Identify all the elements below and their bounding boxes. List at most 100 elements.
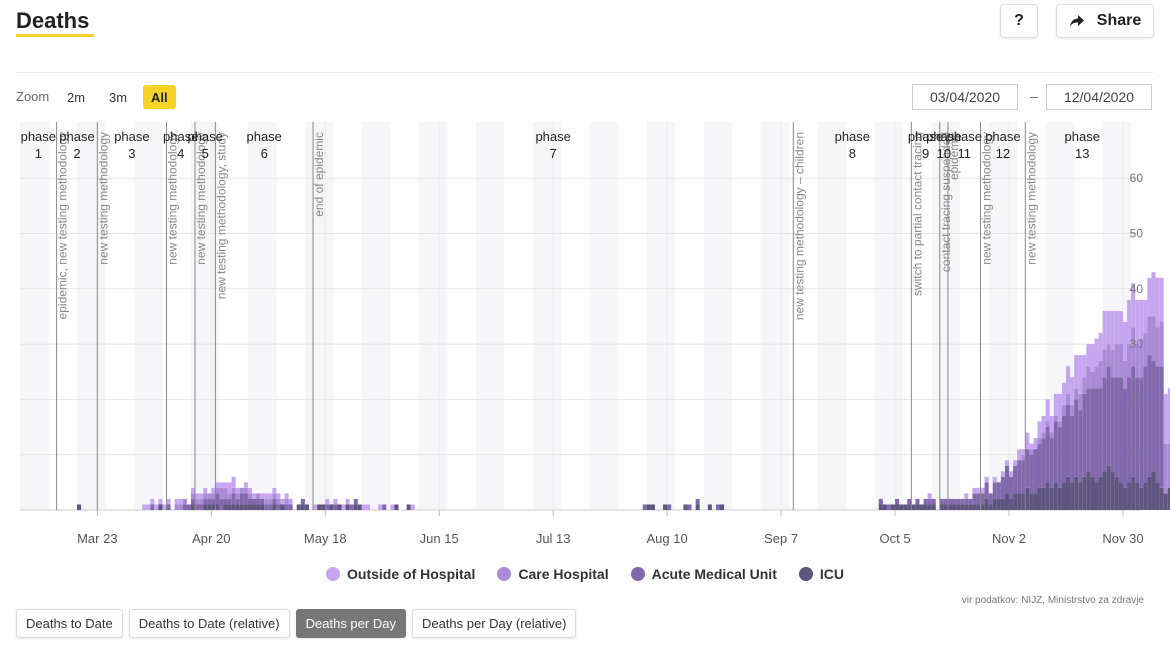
x-tick-labels: Mar 23 Apr 20 May 18 Jun 15 Jul 13 Aug 10 Sep … — [77, 510, 1144, 546]
legend-label: Care Hospital — [518, 566, 609, 582]
bar-segment — [650, 504, 655, 510]
bar-segment — [895, 504, 900, 510]
bar-segment — [927, 498, 932, 505]
bar-segment — [142, 504, 147, 510]
data-source-credits[interactable]: vir podatkov: NIJZ, Ministrstvo za zdrav… — [962, 595, 1144, 606]
share-icon — [1069, 15, 1084, 27]
bar-segment — [984, 482, 989, 499]
zoom-3m-button[interactable]: 3m — [101, 85, 135, 109]
zoom-2m-button[interactable]: 2m — [59, 85, 93, 109]
bar-segment — [1037, 487, 1042, 510]
bar-segment — [304, 504, 309, 510]
bar-segment — [923, 498, 928, 505]
bar-segment — [968, 498, 973, 505]
bar-segment — [203, 504, 208, 510]
bar-segment — [1094, 366, 1099, 389]
deaths-per-day-chart: epidemic, new testing methodology new tes… — [20, 122, 1170, 546]
bar-segment — [353, 504, 358, 510]
bar-segment — [687, 504, 692, 510]
bar-segment — [964, 498, 969, 505]
phase-number: 2 — [73, 146, 80, 161]
bar-segment — [980, 487, 985, 494]
zoom-all-button[interactable]: All — [143, 85, 176, 109]
bar-segment — [207, 498, 212, 505]
bar-segment — [276, 493, 281, 499]
bar-segment — [895, 498, 900, 505]
legend-item-icu[interactable]: ICU — [798, 566, 844, 582]
bar-segment — [980, 504, 985, 510]
tab-deaths-per-day-relative[interactable]: Deaths per Day (relative) — [411, 609, 577, 638]
bar-segment — [1045, 427, 1050, 483]
bar-segment — [313, 504, 318, 510]
bar-segment — [878, 498, 883, 505]
bar-segment — [260, 498, 265, 505]
bar-segment — [325, 504, 330, 510]
bar-segment — [186, 504, 191, 510]
bar-segment — [300, 504, 305, 510]
legend-item-acute-medical-unit[interactable]: Acute Medical Unit — [630, 566, 777, 582]
bar-segment — [915, 504, 920, 510]
bar-segment — [219, 482, 224, 488]
bar-segment — [1029, 443, 1034, 450]
bar-segment — [235, 504, 240, 510]
phase-label: phase — [535, 129, 570, 144]
legend-item-outside-hospital[interactable]: Outside of Hospital — [326, 566, 475, 582]
header-divider — [16, 72, 1154, 73]
bar-segment — [190, 493, 196, 499]
y-tick-label: 60 — [1130, 171, 1144, 185]
bar-segment — [365, 504, 371, 510]
bar-segment — [162, 504, 167, 510]
bar-segment — [1033, 438, 1038, 450]
bar-segment — [1106, 465, 1111, 510]
bar-segment — [1106, 310, 1111, 345]
bar-segment — [956, 504, 961, 510]
share-button[interactable]: Share — [1056, 4, 1154, 38]
phase-number: 8 — [849, 146, 856, 161]
bar-segment — [1017, 493, 1022, 510]
bar-segment — [1017, 449, 1022, 461]
bar-segment — [1143, 333, 1148, 367]
tab-deaths-to-date[interactable]: Deaths to Date — [16, 609, 123, 638]
bar-segment — [174, 498, 179, 505]
bar-segment — [146, 504, 151, 510]
bar-segment — [235, 498, 240, 505]
bar-segment — [1045, 482, 1050, 510]
bar-segment — [150, 504, 155, 510]
bar-segment — [663, 504, 668, 510]
bar-segment — [1094, 338, 1099, 367]
bar-segment — [239, 493, 244, 505]
x-tick-label: Jul 13 — [536, 531, 571, 546]
bar-segment — [178, 498, 183, 505]
bar-segment — [410, 504, 415, 510]
bar-segment — [927, 504, 932, 510]
bar-segment — [203, 487, 208, 494]
bar-segment — [1143, 366, 1148, 483]
bar-segment — [899, 504, 904, 510]
week-band — [475, 122, 505, 510]
help-button[interactable]: ? — [1000, 4, 1038, 38]
event-label: epidemic, new testing methodology — [56, 132, 70, 319]
legend-item-care-hospital[interactable]: Care Hospital — [497, 566, 609, 582]
bar-segment — [1029, 493, 1034, 510]
bar-segment — [1090, 371, 1095, 389]
bar-segment — [972, 493, 977, 505]
date-to-input[interactable]: 12/04/2020 — [1046, 84, 1152, 110]
bar-segment — [353, 498, 358, 505]
bar-segment — [264, 498, 269, 505]
date-from-input[interactable]: 03/04/2020 — [912, 84, 1018, 110]
bar-segment — [211, 498, 216, 505]
bar-segment — [1004, 493, 1010, 510]
bar-segment — [1147, 476, 1152, 510]
bar-segment — [1098, 360, 1103, 389]
bar-segment — [215, 504, 220, 510]
bar-segment — [243, 487, 248, 494]
bar-segment — [992, 482, 997, 499]
bar-segment — [943, 504, 948, 510]
bar-segment — [256, 498, 261, 505]
phase-number: 12 — [996, 146, 1010, 161]
bar-segment — [190, 498, 196, 505]
tab-deaths-per-day[interactable]: Deaths per Day — [295, 609, 406, 638]
tab-deaths-to-date-relative[interactable]: Deaths to Date (relative) — [128, 609, 290, 638]
phase-number: 6 — [261, 146, 268, 161]
bar-segment — [1053, 415, 1058, 422]
